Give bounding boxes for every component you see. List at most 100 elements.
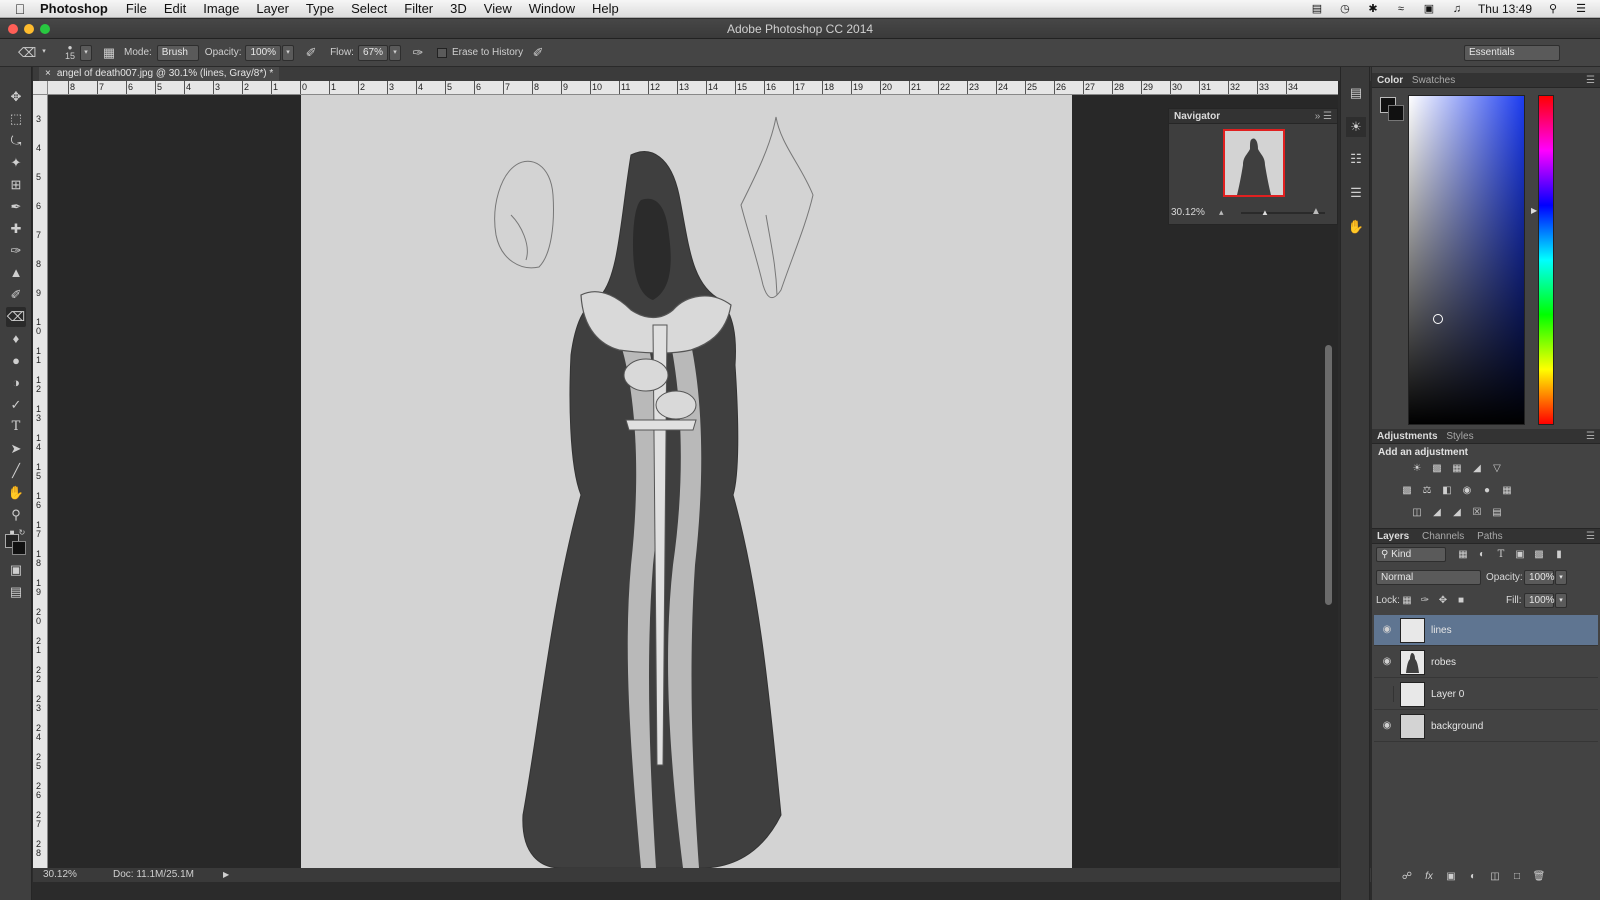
selective-color-icon[interactable]: ☒ — [1470, 507, 1484, 519]
layer-visibility-eye-icon[interactable]: ◉ — [1380, 720, 1394, 732]
navigator-view-box[interactable] — [1223, 129, 1285, 197]
menu-view[interactable]: View — [484, 1, 512, 16]
layer-name[interactable]: robes — [1431, 647, 1456, 678]
filter-toggle-icon[interactable]: ▮ — [1552, 549, 1566, 561]
crop-tool-icon[interactable]: ⊞ — [6, 175, 26, 195]
brush-tool-icon[interactable]: ✑ — [6, 241, 26, 261]
brush-panel-toggle-icon[interactable]: ▦ — [100, 44, 118, 62]
tab-color[interactable]: Color — [1377, 75, 1403, 86]
layer-name[interactable]: background — [1431, 711, 1483, 742]
black-white-icon[interactable]: ◧ — [1440, 485, 1454, 497]
tab-swatches[interactable]: Swatches — [1412, 75, 1455, 86]
color-balance-icon[interactable]: ⚖ — [1420, 485, 1434, 497]
bluetooth-icon[interactable]: ✱ — [1366, 3, 1380, 15]
navigator-menu-icon[interactable]: » ☰ — [1315, 109, 1332, 124]
tool-presets-panel-icon[interactable]: ✋ — [1346, 217, 1366, 237]
lock-all-icon[interactable]: ■ — [1454, 595, 1468, 607]
layer-visibility-eye-icon[interactable]: ◉ — [1380, 624, 1394, 636]
background-color-swatch[interactable] — [12, 541, 26, 555]
layers-panel-menu-icon[interactable]: ☰ — [1586, 529, 1595, 544]
ruler-origin[interactable] — [33, 81, 48, 95]
filter-adjustment-icon[interactable]: ◐ — [1475, 549, 1489, 561]
photo-filter-icon[interactable]: ◉ — [1460, 485, 1474, 497]
menu-help[interactable]: Help — [592, 1, 619, 16]
flow-input[interactable]: 67% — [357, 44, 388, 61]
blend-mode-select[interactable]: Normal — [1376, 570, 1481, 585]
pressure-size-icon[interactable]: ✐ — [529, 44, 547, 62]
wifi-icon[interactable]: ≈ — [1394, 3, 1408, 15]
fill-dropdown[interactable]: ▾ — [1555, 593, 1567, 608]
fill-input[interactable]: 100% — [1524, 593, 1555, 608]
zoom-out-icon[interactable]: ▴ — [1219, 207, 1224, 218]
menu-select[interactable]: Select — [351, 1, 387, 16]
marquee-tool-icon[interactable]: ⬚ — [6, 109, 26, 129]
tab-channels[interactable]: Channels — [1422, 531, 1464, 542]
apple-menu-icon[interactable]:  — [0, 1, 40, 17]
lasso-tool-icon[interactable]: ⤿ — [6, 131, 26, 151]
notification-center-icon[interactable]: ☰ — [1574, 3, 1588, 15]
add-mask-icon[interactable]: ▣ — [1444, 871, 1458, 883]
mode-select[interactable]: Brush — [156, 44, 199, 61]
status-menu-arrow-icon[interactable]: ▶ — [223, 868, 229, 882]
display-icon[interactable]: ▣ — [1422, 3, 1436, 15]
zoom-tool-icon[interactable]: ⚲ — [6, 505, 26, 525]
menu-edit[interactable]: Edit — [164, 1, 186, 16]
path-selection-tool-icon[interactable]: ➤ — [6, 439, 26, 459]
eyedropper-tool-icon[interactable]: ✒ — [6, 197, 26, 217]
zoom-in-icon[interactable]: ▲ — [1311, 206, 1321, 217]
layer-name[interactable]: Layer 0 — [1431, 679, 1464, 710]
document-size-info[interactable]: Doc: 11.1M/25.1M — [113, 868, 194, 882]
delete-layer-icon[interactable]: 🗑 — [1532, 871, 1546, 883]
line-tool-icon[interactable]: ╱ — [6, 461, 26, 481]
document-tab[interactable]: × angel of death007.jpg @ 30.1% (lines, G… — [39, 67, 280, 81]
type-tool-icon[interactable]: T — [6, 417, 26, 437]
close-window-button[interactable] — [8, 24, 18, 34]
menubar-clock[interactable]: Thu 13:49 — [1478, 2, 1532, 16]
paint-bucket-tool-icon[interactable]: ♦ — [6, 329, 26, 349]
adjustments-panel-menu-icon[interactable]: ☰ — [1586, 429, 1595, 444]
navigator-title[interactable]: Navigator — [1174, 111, 1220, 122]
new-adjustment-layer-icon[interactable]: ◐ — [1466, 871, 1480, 883]
layer-row-layer-0[interactable]: Layer 0 — [1374, 679, 1598, 710]
brush-presets-panel-icon[interactable]: ☰ — [1346, 183, 1366, 203]
invert-icon[interactable]: ◫ — [1410, 507, 1424, 519]
navigator-zoom-value[interactable]: 30.12% — [1171, 207, 1205, 218]
lock-image-icon[interactable]: ✑ — [1418, 595, 1432, 607]
screen-mode-icon[interactable]: ▤ — [6, 582, 26, 602]
levels-icon[interactable]: ▩ — [1430, 463, 1444, 475]
vibrance-icon[interactable]: ▽ — [1490, 463, 1504, 475]
menu-filter[interactable]: Filter — [404, 1, 433, 16]
properties-panel-icon[interactable]: ☷ — [1346, 149, 1366, 169]
tab-paths[interactable]: Paths — [1477, 531, 1503, 542]
layer-opacity-input[interactable]: 100% — [1524, 570, 1555, 585]
move-tool-icon[interactable]: ✥ — [6, 87, 26, 107]
flow-dropdown[interactable]: ▾ — [388, 44, 401, 61]
menu-3d[interactable]: 3D — [450, 1, 467, 16]
spotlight-search-icon[interactable]: ⚲ — [1546, 3, 1560, 15]
color-lookup-icon[interactable]: ▦ — [1500, 485, 1514, 497]
clone-stamp-tool-icon[interactable]: ▲ — [6, 263, 26, 283]
layer-style-fx-icon[interactable]: fx — [1422, 871, 1436, 883]
lock-transparent-icon[interactable]: ▦ — [1400, 595, 1414, 607]
navigator-slider-thumb[interactable]: ▲ — [1261, 208, 1269, 217]
layer-name[interactable]: lines — [1431, 615, 1452, 646]
layer-row-robes[interactable]: ◉ robes — [1374, 647, 1598, 678]
color-picker-marker[interactable] — [1433, 314, 1443, 324]
brush-preset-picker[interactable]: ● 15 — [62, 44, 78, 61]
filter-pixel-icon[interactable]: ▦ — [1456, 549, 1470, 561]
hue-slider-arrow-icon[interactable]: ▶ — [1531, 206, 1537, 215]
erase-to-history-checkbox[interactable] — [436, 47, 447, 58]
zoom-level-field[interactable]: 30.12% — [43, 868, 77, 882]
layer-visibility-toggle-off[interactable] — [1378, 686, 1394, 702]
layer-visibility-eye-icon[interactable]: ◉ — [1380, 656, 1394, 668]
opacity-input[interactable]: 100% — [245, 44, 282, 61]
filter-smart-object-icon[interactable]: ▩ — [1532, 549, 1546, 561]
eraser-tool-icon[interactable]: ⌫ — [6, 307, 26, 327]
menu-window[interactable]: Window — [529, 1, 575, 16]
minimize-window-button[interactable] — [24, 24, 34, 34]
quick-mask-icon[interactable]: ▣ — [6, 560, 26, 580]
menu-type[interactable]: Type — [306, 1, 334, 16]
tab-adjustments[interactable]: Adjustments — [1377, 431, 1438, 442]
blur-tool-icon[interactable]: ● — [6, 351, 26, 371]
color-bg-swatch[interactable] — [1388, 105, 1404, 121]
